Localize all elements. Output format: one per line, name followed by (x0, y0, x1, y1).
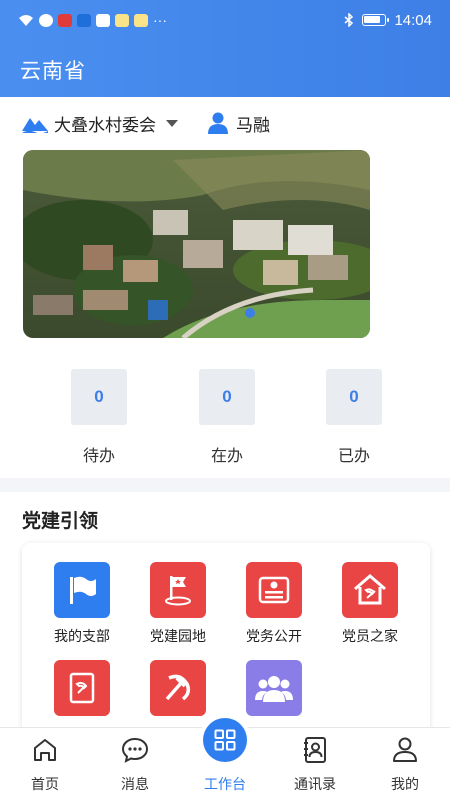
menu-my-branch[interactable]: 我的支部 (42, 562, 122, 646)
status-time: 14:04 (394, 11, 432, 29)
mountain-icon (22, 118, 48, 133)
page-title: 云南省 (20, 60, 86, 83)
battery-icon (362, 14, 390, 26)
menu-label: 我的支部 (54, 628, 110, 644)
stat-done[interactable]: 0 已办 (326, 369, 382, 466)
banner-carousel[interactable] (23, 150, 370, 338)
app-notification-icon (77, 13, 91, 27)
chevron-down-icon (166, 119, 178, 127)
menu-party-garden[interactable]: 党建园地 (138, 562, 218, 646)
workbench-button[interactable] (203, 718, 247, 762)
star-flag-icon (150, 562, 206, 618)
stat-todo-count: 0 (71, 369, 127, 425)
more-notifications: ··· (153, 12, 167, 28)
carousel-indicator[interactable] (245, 308, 255, 318)
app-notification-icon (96, 13, 110, 27)
home-icon (34, 739, 56, 761)
tab-label: 通讯录 (294, 776, 336, 792)
current-user: 马融 (208, 111, 270, 136)
tab-messages[interactable]: 消息 (90, 728, 180, 800)
village-photo (23, 150, 370, 338)
chat-icon (121, 737, 149, 763)
tab-contacts[interactable]: 通讯录 (270, 728, 360, 800)
party-menu-card: 我的支部 党建园地 党务公开 党员之家 (22, 543, 430, 743)
status-bar: ··· 14:04 (0, 0, 450, 40)
contacts-icon (304, 737, 326, 763)
tab-home[interactable]: 首页 (0, 728, 90, 800)
app-header: ··· 14:04 云南省 (0, 0, 450, 97)
menu-item-6[interactable] (138, 660, 218, 724)
menu-label: 党员之家 (342, 628, 398, 644)
stat-in-progress[interactable]: 0 在办 (199, 369, 255, 466)
org-name: 大叠水村委会 (54, 115, 156, 135)
menu-member-home[interactable]: 党员之家 (330, 562, 410, 646)
app-notification-icon (58, 13, 72, 27)
grid-icon (214, 729, 236, 751)
people-icon (246, 660, 302, 716)
menu-label: 党建园地 (150, 628, 206, 644)
hammer-sickle-icon (150, 660, 206, 716)
tab-label: 首页 (31, 776, 59, 792)
bluetooth-icon (344, 13, 354, 27)
flag-icon (54, 562, 110, 618)
user-icon (208, 112, 228, 134)
tab-label: 工作台 (204, 776, 246, 792)
party-section: 党建引领 我的支部 党建园地 党务公开 党员之家 (0, 492, 450, 743)
tab-label: 消息 (121, 776, 149, 792)
org-selector[interactable]: 大叠水村委会 (22, 111, 178, 136)
stat-todo-label: 待办 (82, 448, 115, 465)
org-bar: 大叠水村委会 马融 (0, 97, 450, 149)
section-title: 党建引领 (22, 511, 99, 532)
home-icon (342, 562, 398, 618)
wifi-icon (19, 14, 33, 26)
app-notification-icon (39, 13, 53, 27)
user-name: 马融 (236, 115, 270, 135)
menu-item-5[interactable] (42, 660, 122, 724)
weibo-icon (115, 13, 129, 27)
weibo-icon (134, 13, 148, 27)
document-icon (246, 562, 302, 618)
tab-label: 我的 (391, 776, 419, 792)
menu-item-7[interactable] (234, 660, 314, 724)
menu-party-affairs[interactable]: 党务公开 (234, 562, 314, 646)
user-icon (393, 737, 417, 762)
notebook-icon (54, 660, 110, 716)
stat-todo[interactable]: 0 待办 (71, 369, 127, 466)
stat-done-count: 0 (326, 369, 382, 425)
stat-done-label: 已办 (337, 448, 370, 465)
stat-in-progress-count: 0 (199, 369, 255, 425)
menu-label: 党务公开 (246, 628, 302, 644)
stat-in-progress-label: 在办 (210, 448, 243, 465)
tab-profile[interactable]: 我的 (360, 728, 450, 800)
banner-section (0, 149, 450, 351)
task-stats: 0 待办 0 在办 0 已办 (0, 351, 450, 478)
